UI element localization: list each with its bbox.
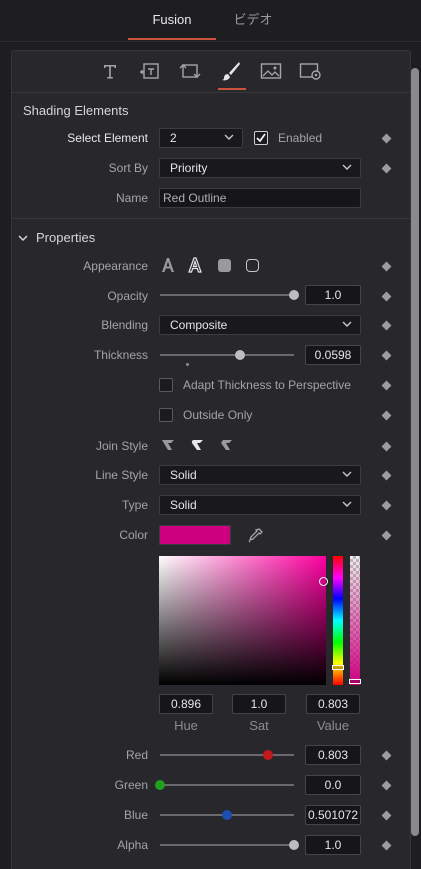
picker-cursor[interactable] [319, 577, 328, 586]
color-label: Color [119, 528, 148, 542]
alpha-input[interactable]: 1.0 [305, 835, 361, 855]
chevron-down-icon [342, 164, 352, 170]
section-title-properties[interactable]: Properties [36, 230, 95, 245]
scrollbar[interactable] [411, 68, 419, 836]
settings-icon[interactable] [298, 58, 324, 84]
chevron-down-icon[interactable] [17, 232, 29, 244]
red-input[interactable]: 0.803 [305, 745, 361, 765]
opacity-slider-track[interactable] [160, 294, 294, 296]
line-style-value: Solid [170, 468, 197, 482]
red-slider-track[interactable] [160, 754, 294, 756]
green-slider-track[interactable] [160, 784, 294, 786]
chevron-down-icon [342, 471, 352, 477]
rounded-rect-outline-icon[interactable] [246, 259, 259, 272]
hue-strip-handle[interactable] [332, 665, 344, 670]
alpha-label: Alpha [117, 838, 148, 852]
eyedropper-icon[interactable] [246, 527, 264, 545]
outside-only-label: Outside Only [183, 408, 253, 422]
text-icon[interactable] [97, 58, 123, 84]
chevron-down-icon [342, 321, 352, 327]
green-label: Green [114, 778, 148, 792]
value-caption: Value [316, 718, 350, 733]
rounded-rect-fill-icon[interactable] [218, 259, 231, 272]
active-tool-indicator [218, 88, 246, 90]
checkmark-icon [256, 133, 266, 143]
hue-caption: Hue [174, 718, 198, 733]
type-dropdown[interactable]: Solid [159, 495, 361, 515]
value-input[interactable]: 0.803 [306, 694, 360, 714]
opacity-slider-knob[interactable] [289, 290, 299, 300]
name-label: Name [115, 191, 148, 205]
join-miter-icon[interactable] [160, 437, 176, 453]
active-tab-indicator [128, 38, 216, 40]
tool-icon-row [11, 51, 411, 93]
text-outline-icon[interactable] [187, 257, 203, 273]
type-label: Type [121, 498, 148, 512]
chevron-down-icon [342, 501, 352, 507]
green-slider-knob[interactable] [155, 780, 165, 790]
join-bevel-icon[interactable] [218, 437, 234, 453]
sort-by-value: Priority [170, 161, 208, 175]
sat-input[interactable]: 1.0 [232, 694, 286, 714]
select-element-dropdown[interactable]: 2 [159, 128, 243, 148]
hue-input[interactable]: 0.896 [159, 694, 213, 714]
adapt-thickness-checkbox[interactable] [159, 378, 173, 392]
appearance-label: Appearance [83, 259, 148, 273]
red-slider-knob[interactable] [262, 750, 273, 760]
thickness-input[interactable]: 0.0598 [305, 345, 361, 365]
type-value: Solid [170, 498, 197, 512]
join-round-icon[interactable] [189, 437, 205, 453]
line-style-dropdown[interactable]: Solid [159, 465, 361, 485]
enabled-label: Enabled [278, 131, 323, 145]
blending-label: Blending [101, 318, 148, 332]
blue-input[interactable]: 0.501072 [305, 805, 361, 825]
adapt-thickness-label: Adapt Thickness to Perspective [183, 378, 351, 392]
select-element-value: 2 [170, 131, 177, 145]
join-style-label: Join Style [95, 439, 148, 453]
line-style-label: Line Style [95, 468, 148, 482]
thickness-label: Thickness [93, 348, 148, 362]
shading-brush-icon[interactable] [218, 58, 244, 84]
sat-caption: Sat [249, 718, 269, 733]
text-fill-icon[interactable] [160, 257, 176, 273]
blending-value: Composite [170, 318, 228, 332]
section-title-shading: Shading Elements [23, 103, 129, 118]
thickness-slider-track[interactable] [160, 354, 294, 356]
transform-icon[interactable] [177, 58, 203, 84]
alpha-slider-knob[interactable] [289, 840, 299, 850]
tab-video[interactable]: ビデオ [218, 0, 288, 40]
saturation-value-picker[interactable] [159, 556, 326, 685]
blending-dropdown[interactable]: Composite [159, 315, 361, 335]
enabled-checkbox[interactable] [254, 131, 268, 145]
default-value-marker [186, 363, 189, 366]
color-swatch[interactable] [159, 525, 231, 545]
tab-fusion[interactable]: Fusion [128, 0, 216, 40]
name-field[interactable]: Red Outline [159, 188, 361, 208]
sort-by-dropdown[interactable]: Priority [159, 158, 361, 178]
outside-only-checkbox[interactable] [159, 408, 173, 422]
alpha-slider-track[interactable] [160, 844, 294, 846]
text-plus-icon[interactable] [137, 58, 163, 84]
divider [12, 218, 410, 219]
chevron-down-icon [224, 134, 234, 140]
sort-by-label: Sort By [108, 161, 148, 175]
red-label: Red [125, 748, 148, 762]
opacity-label: Opacity [107, 289, 148, 303]
green-input[interactable]: 0.0 [305, 775, 361, 795]
image-icon[interactable] [258, 58, 284, 84]
select-element-label: Select Element [67, 131, 148, 145]
blue-label: Blue [123, 808, 148, 822]
opacity-input[interactable]: 1.0 [305, 285, 361, 305]
alpha-strip[interactable] [350, 556, 360, 685]
alpha-strip-handle[interactable] [349, 679, 361, 684]
